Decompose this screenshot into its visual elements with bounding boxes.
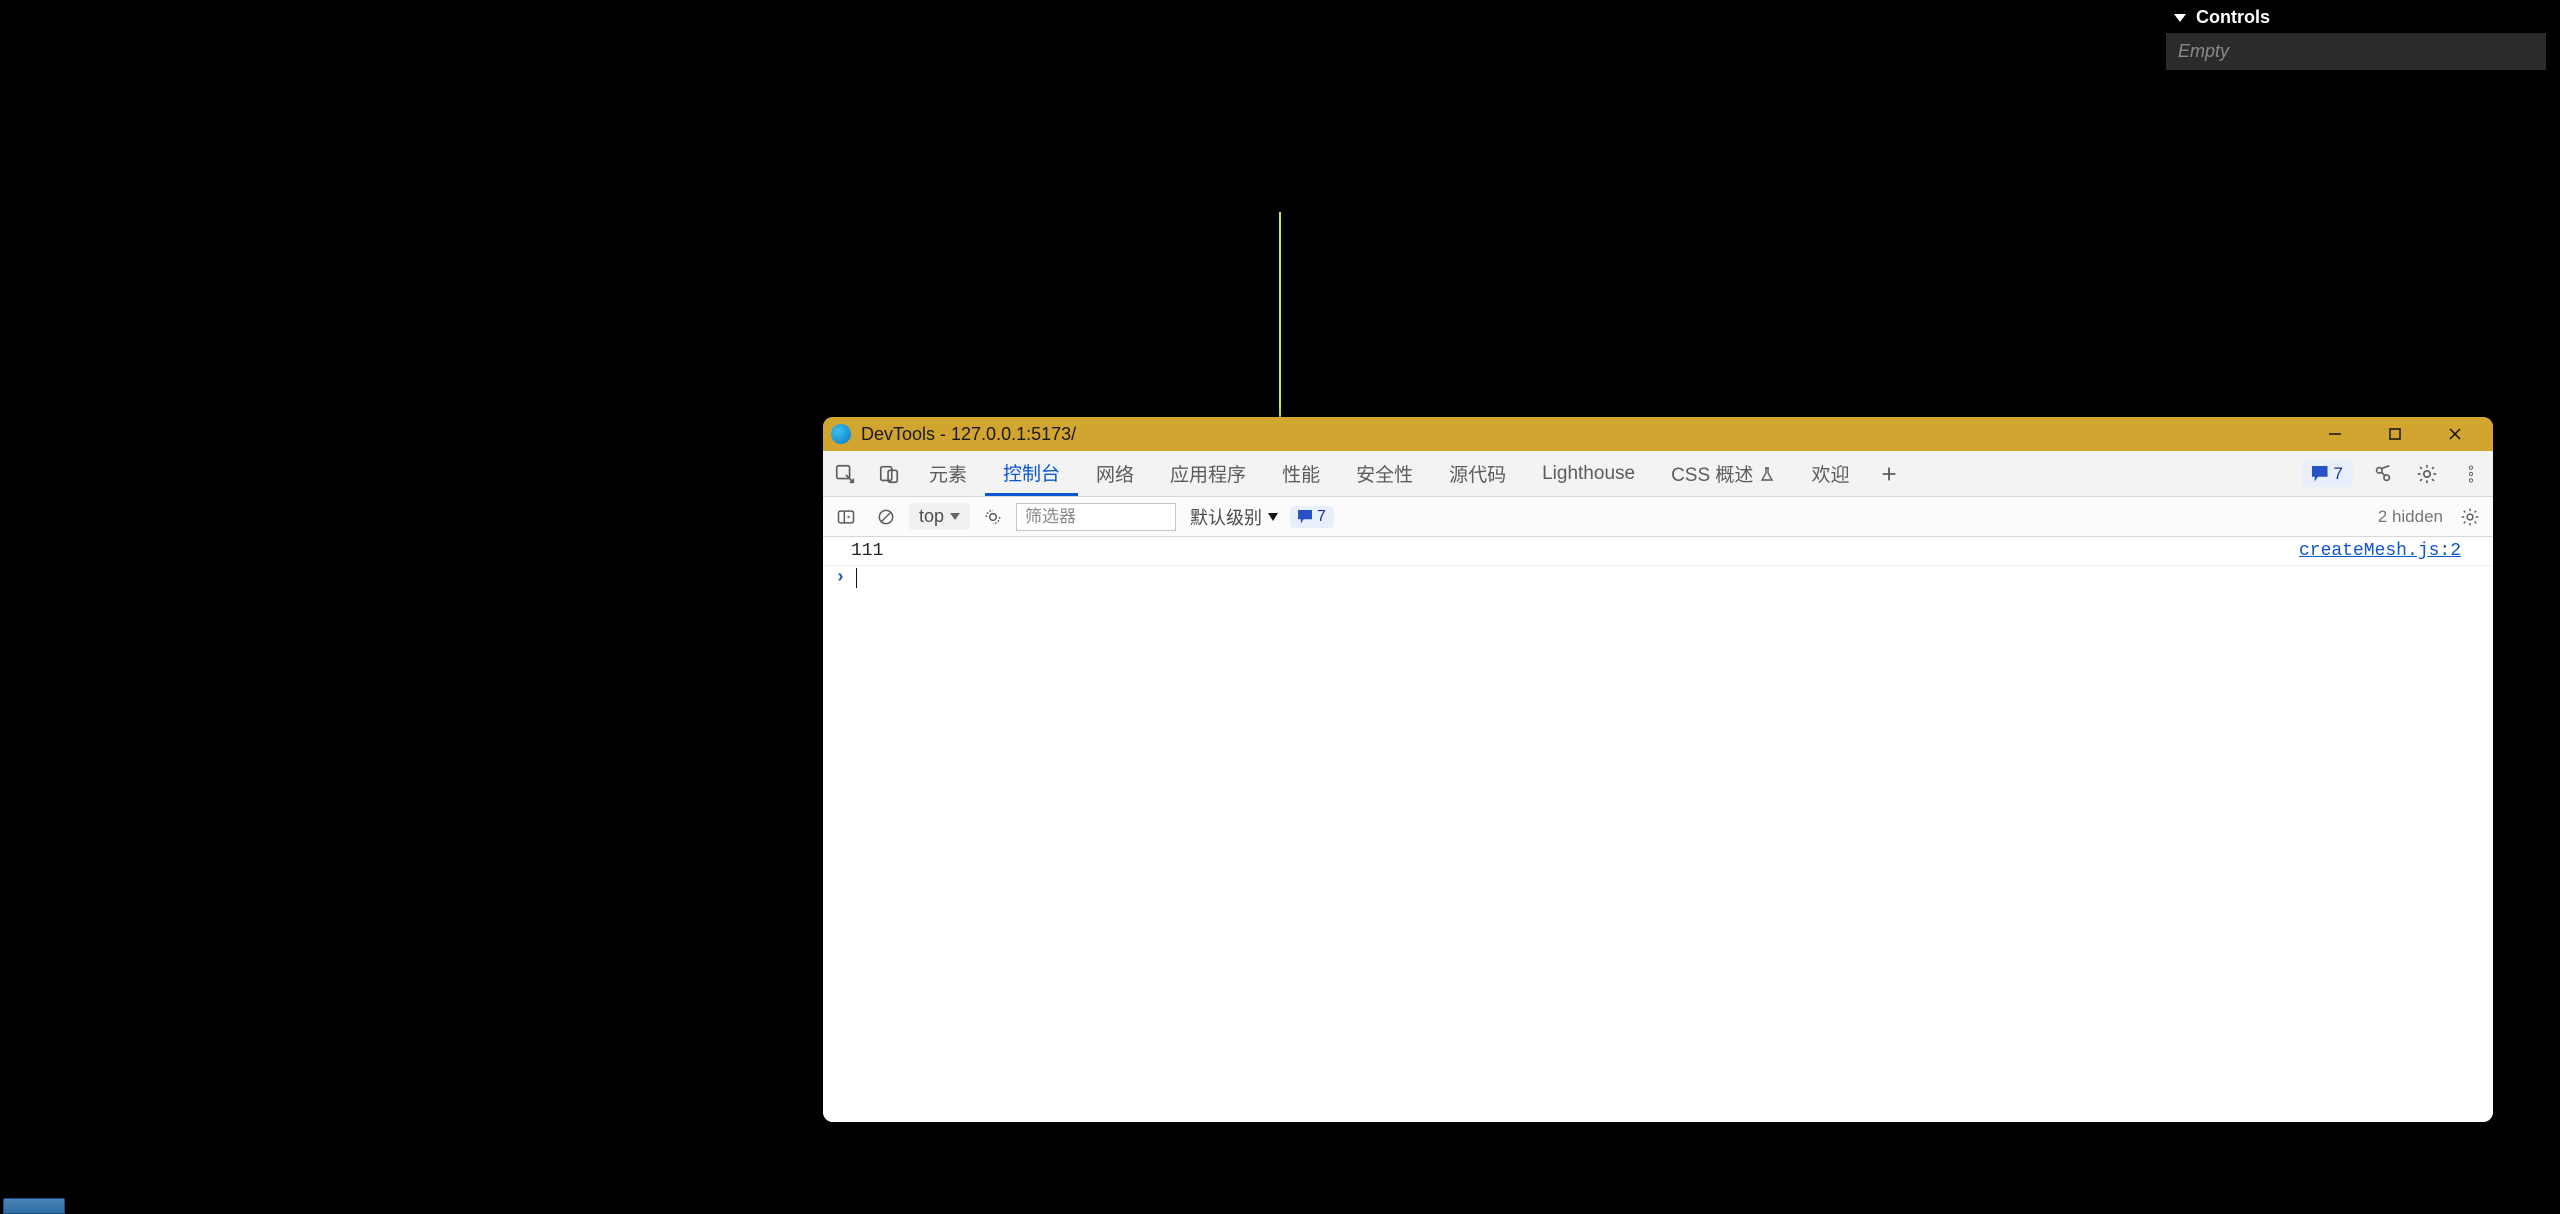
tab-network[interactable]: 网络 [1078, 451, 1152, 496]
controls-panel: Controls Empty [2166, 2, 2546, 70]
text-cursor [856, 568, 857, 588]
console-filter-input[interactable] [1016, 503, 1176, 531]
console-log-row[interactable]: 111 createMesh.js:2 [823, 537, 2493, 566]
tab-performance-label: 性能 [1282, 460, 1320, 487]
tab-elements-label: 元素 [929, 460, 967, 487]
console-output[interactable]: 111 createMesh.js:2 › [823, 537, 2493, 1122]
tab-network-label: 网络 [1096, 460, 1134, 487]
execution-context-select[interactable]: top [909, 503, 970, 530]
tab-sources-label: 源代码 [1449, 460, 1506, 487]
clear-console-icon[interactable] [869, 503, 903, 531]
devtools-tabstrip: 元素 控制台 网络 应用程序 性能 安全性 源代码 Lighthouse CSS… [823, 451, 2493, 497]
tab-security[interactable]: 安全性 [1338, 451, 1431, 496]
tab-application-label: 应用程序 [1170, 460, 1246, 487]
devtools-titlebar[interactable]: DevTools - 127.0.0.1:5173/ [823, 417, 2493, 451]
tab-security-label: 安全性 [1356, 460, 1413, 487]
window-close-button[interactable] [2425, 417, 2485, 451]
taskbar-thumbnail[interactable] [3, 1198, 65, 1214]
console-log-source-link[interactable]: createMesh.js:2 [2299, 541, 2461, 561]
scene-axis-line [1279, 212, 1281, 426]
log-level-label: 默认级别 [1190, 504, 1262, 530]
tab-lighthouse-label: Lighthouse [1542, 463, 1635, 485]
tab-elements[interactable]: 元素 [911, 451, 985, 496]
inspect-element-icon[interactable] [823, 451, 867, 496]
log-level-select[interactable]: 默认级别 [1190, 504, 1278, 530]
console-settings-icon[interactable] [2453, 503, 2487, 531]
controls-header[interactable]: Controls [2166, 2, 2546, 33]
hidden-messages-label[interactable]: 2 hidden [2378, 507, 2443, 527]
console-log-message: 111 [851, 541, 2299, 561]
console-toolbar: top 默认级别 7 2 hidden [823, 497, 2493, 537]
window-minimize-button[interactable] [2305, 417, 2365, 451]
chevron-down-icon [1268, 513, 1278, 521]
chat-icon [2312, 466, 2328, 482]
devtools-window: DevTools - 127.0.0.1:5173/ 元素 控制台 网络 应用程… [823, 417, 2493, 1122]
chevron-down-icon [2174, 14, 2186, 22]
console-issues-count: 7 [1317, 508, 1326, 526]
tab-lighthouse[interactable]: Lighthouse [1524, 451, 1653, 496]
issues-indicator[interactable]: 7 [2302, 461, 2353, 487]
tab-sources[interactable]: 源代码 [1431, 451, 1524, 496]
controls-empty-label: Empty [2166, 33, 2546, 70]
tab-welcome[interactable]: 欢迎 [1793, 451, 1867, 496]
tab-console[interactable]: 控制台 [985, 451, 1078, 496]
edge-icon [831, 424, 851, 444]
chat-icon [1298, 510, 1312, 524]
tab-application[interactable]: 应用程序 [1152, 451, 1264, 496]
tab-css-overview-label: CSS 概述 [1671, 460, 1753, 487]
tab-console-label: 控制台 [1003, 459, 1060, 486]
devtools-title: DevTools - 127.0.0.1:5173/ [861, 424, 1076, 445]
settings-icon[interactable] [2405, 463, 2449, 485]
window-maximize-button[interactable] [2365, 417, 2425, 451]
controls-title: Controls [2196, 7, 2270, 28]
more-tabs-button[interactable] [1867, 451, 1911, 496]
chevron-right-icon: › [835, 568, 846, 588]
live-expression-icon[interactable] [976, 503, 1010, 531]
chevron-down-icon [950, 513, 960, 520]
feedback-icon[interactable] [2361, 463, 2405, 485]
console-prompt[interactable]: › [823, 566, 2493, 590]
tab-welcome-label: 欢迎 [1811, 460, 1849, 487]
tab-css-overview[interactable]: CSS 概述 [1653, 451, 1793, 496]
execution-context-label: top [919, 506, 944, 527]
more-menu-icon[interactable] [2449, 463, 2493, 485]
tab-performance[interactable]: 性能 [1264, 451, 1338, 496]
issues-count: 7 [2334, 464, 2343, 484]
sidebar-toggle-icon[interactable] [829, 503, 863, 531]
device-toolbar-icon[interactable] [867, 451, 911, 496]
console-issues-pill[interactable]: 7 [1290, 506, 1334, 528]
flask-icon [1759, 466, 1775, 482]
